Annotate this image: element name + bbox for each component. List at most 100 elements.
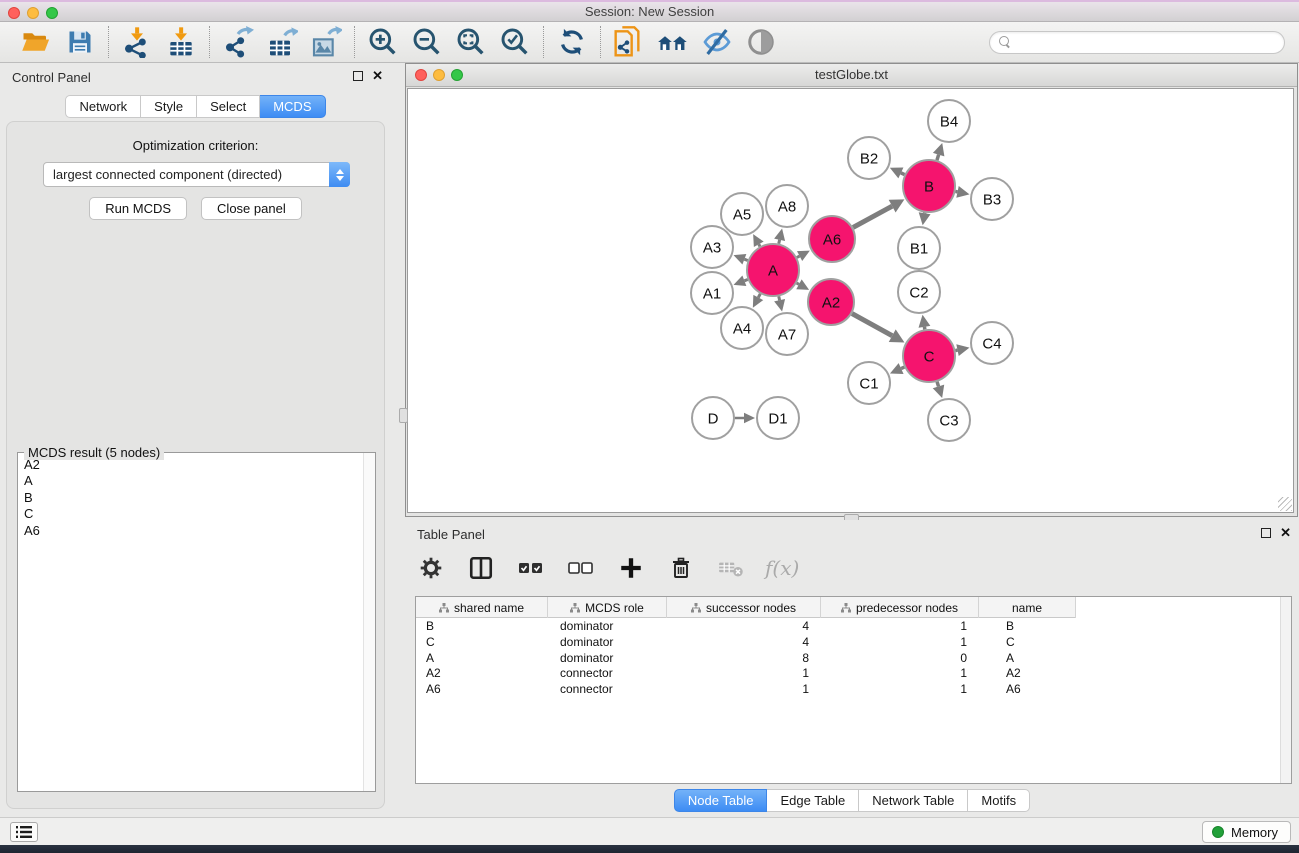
graph-edge-C-C3[interactable] bbox=[937, 382, 938, 387]
table-cell[interactable]: A bbox=[416, 651, 548, 667]
graph-edge-A-A7[interactable] bbox=[779, 296, 780, 300]
zoom-fit-icon[interactable] bbox=[455, 26, 487, 58]
export-table-icon[interactable] bbox=[266, 26, 298, 58]
hide-view-icon[interactable] bbox=[701, 26, 733, 58]
graph-node-A2[interactable]: A2 bbox=[808, 279, 854, 325]
column-header-successor-nodes[interactable]: successor nodes bbox=[667, 597, 821, 618]
graph-edge-A2-C[interactable] bbox=[852, 314, 892, 336]
close-window-button[interactable] bbox=[8, 7, 20, 19]
table-row[interactable]: Cdominator41C bbox=[416, 635, 1279, 651]
run-mcds-button[interactable]: Run MCDS bbox=[89, 197, 187, 220]
network-graph[interactable]: B4B2BB3A8A5A6A3B1AA1C2A2A4A7C4CC1C3DD1 bbox=[408, 89, 1295, 513]
table-cell[interactable]: B bbox=[416, 619, 548, 635]
tab-network-table[interactable]: Network Table bbox=[859, 789, 968, 812]
result-list-item[interactable]: A2 bbox=[18, 457, 363, 473]
graph-edge-A-A2[interactable] bbox=[797, 283, 799, 284]
table-row[interactable]: Adominator80A bbox=[416, 651, 1279, 667]
close-table-panel-icon[interactable]: ✕ bbox=[1280, 528, 1291, 538]
table-scrollbar[interactable] bbox=[1280, 597, 1291, 783]
table-cell[interactable]: A bbox=[979, 651, 1076, 667]
show-column-icon[interactable] bbox=[465, 552, 497, 584]
graph-node-A6[interactable]: A6 bbox=[809, 216, 855, 262]
save-session-icon[interactable] bbox=[64, 26, 96, 58]
maximize-window-button[interactable] bbox=[46, 7, 58, 19]
graph-node-A[interactable]: A bbox=[747, 244, 799, 296]
open-file-icon[interactable] bbox=[20, 26, 52, 58]
close-panel-icon[interactable]: ✕ bbox=[372, 71, 383, 81]
graph-edge-B-B4[interactable] bbox=[937, 155, 939, 161]
table-cell[interactable]: dominator bbox=[548, 651, 667, 667]
result-list-item[interactable]: C bbox=[18, 506, 363, 522]
tab-edge-table[interactable]: Edge Table bbox=[767, 789, 859, 812]
optimization-criterion-dropdown[interactable]: largest connected component (directed) bbox=[43, 162, 350, 187]
graph-node-A7[interactable]: A7 bbox=[766, 313, 808, 355]
table-cell[interactable]: 4 bbox=[667, 635, 821, 651]
result-list-item[interactable]: A6 bbox=[18, 523, 363, 539]
tab-style[interactable]: Style bbox=[141, 95, 197, 118]
graph-node-C2[interactable]: C2 bbox=[898, 271, 940, 313]
graph-node-B4[interactable]: B4 bbox=[928, 100, 970, 142]
table-cell[interactable]: connector bbox=[548, 682, 667, 698]
table-cell[interactable]: 1 bbox=[667, 666, 821, 682]
zoom-selected-icon[interactable] bbox=[499, 26, 531, 58]
tab-node-table[interactable]: Node Table bbox=[674, 789, 768, 812]
settings-gear-icon[interactable] bbox=[415, 552, 447, 584]
graph-node-C3[interactable]: C3 bbox=[928, 399, 970, 441]
table-cell[interactable]: C bbox=[416, 635, 548, 651]
search-input[interactable] bbox=[1017, 35, 1275, 50]
table-cell[interactable]: 1 bbox=[821, 635, 979, 651]
splitter-handle-left[interactable] bbox=[399, 408, 408, 423]
delete-icon[interactable] bbox=[665, 552, 697, 584]
close-panel-button[interactable]: Close panel bbox=[201, 197, 302, 220]
float-panel-icon[interactable] bbox=[353, 71, 363, 81]
network-minimize-button[interactable] bbox=[433, 69, 445, 81]
column-header-name[interactable]: name bbox=[979, 597, 1076, 618]
add-icon[interactable] bbox=[615, 552, 647, 584]
table-cell[interactable]: 1 bbox=[667, 682, 821, 698]
table-cell[interactable]: 4 bbox=[667, 619, 821, 635]
tab-select[interactable]: Select bbox=[197, 95, 260, 118]
zoom-out-icon[interactable] bbox=[411, 26, 443, 58]
table-row[interactable]: Bdominator41B bbox=[416, 619, 1279, 635]
graph-node-D[interactable]: D bbox=[692, 397, 734, 439]
table-cell[interactable]: dominator bbox=[548, 635, 667, 651]
graph-edge-B-B2[interactable] bbox=[901, 173, 905, 175]
graph-node-B2[interactable]: B2 bbox=[848, 137, 890, 179]
graph-node-A8[interactable]: A8 bbox=[766, 185, 808, 227]
network-close-button[interactable] bbox=[415, 69, 427, 81]
clear-all-checkboxes-icon[interactable] bbox=[565, 552, 597, 584]
graph-node-D1[interactable]: D1 bbox=[757, 397, 799, 439]
table-cell[interactable]: 0 bbox=[821, 651, 979, 667]
network-canvas[interactable]: B4B2BB3A8A5A6A3B1AA1C2A2A4A7C4CC1C3DD1 bbox=[407, 88, 1294, 513]
minimize-window-button[interactable] bbox=[27, 7, 39, 19]
refresh-icon[interactable] bbox=[556, 26, 588, 58]
graph-node-A3[interactable]: A3 bbox=[691, 226, 733, 268]
table-row[interactable]: A6connector11A6 bbox=[416, 682, 1279, 698]
network-window-titlebar[interactable]: testGlobe.txt bbox=[406, 64, 1297, 87]
function-builder-icon[interactable]: f(x) bbox=[765, 556, 799, 580]
table-cell[interactable]: connector bbox=[548, 666, 667, 682]
memory-button[interactable]: Memory bbox=[1202, 821, 1291, 843]
table-cell[interactable]: 1 bbox=[821, 682, 979, 698]
zoom-in-icon[interactable] bbox=[367, 26, 399, 58]
table-cell[interactable]: C bbox=[979, 635, 1076, 651]
graph-node-C1[interactable]: C1 bbox=[848, 362, 890, 404]
graph-edge-C-C1[interactable] bbox=[901, 367, 904, 368]
graph-node-A5[interactable]: A5 bbox=[721, 193, 763, 235]
graph-node-B[interactable]: B bbox=[903, 160, 955, 212]
tab-mcds[interactable]: MCDS bbox=[260, 95, 325, 118]
graph-node-A1[interactable]: A1 bbox=[691, 272, 733, 314]
select-all-checkboxes-icon[interactable] bbox=[515, 552, 547, 584]
layout-homes-icon[interactable] bbox=[657, 26, 689, 58]
column-header-MCDS-role[interactable]: MCDS role bbox=[548, 597, 667, 618]
graph-node-B1[interactable]: B1 bbox=[898, 227, 940, 269]
column-header-predecessor-nodes[interactable]: predecessor nodes bbox=[821, 597, 979, 618]
export-image-icon[interactable] bbox=[310, 26, 342, 58]
task-history-button[interactable] bbox=[10, 822, 38, 842]
import-network-icon[interactable] bbox=[121, 26, 153, 58]
table-cell[interactable]: dominator bbox=[548, 619, 667, 635]
result-list-item[interactable]: A bbox=[18, 473, 363, 489]
table-cell[interactable]: A6 bbox=[416, 682, 548, 698]
import-table-icon[interactable] bbox=[165, 26, 197, 58]
table-row[interactable]: A2connector11A2 bbox=[416, 666, 1279, 682]
